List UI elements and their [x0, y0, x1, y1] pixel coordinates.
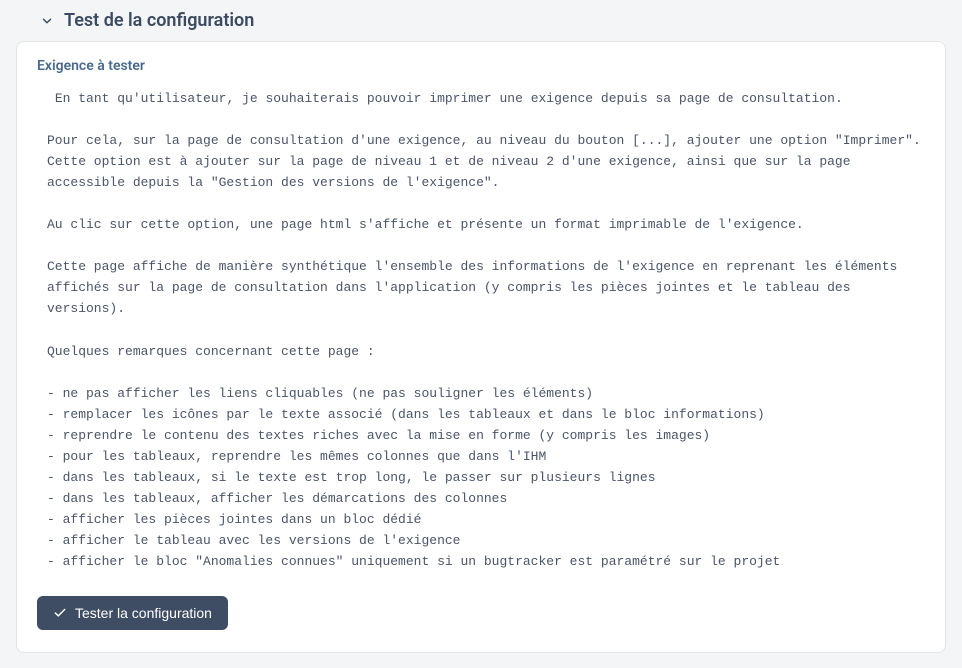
- section-header[interactable]: Test de la configuration: [0, 0, 962, 41]
- chevron-down-icon: [40, 14, 54, 28]
- test-config-panel: Exigence à tester En tant qu'utilisateur…: [16, 41, 946, 653]
- section-title: Test de la configuration: [64, 10, 254, 31]
- test-configuration-label: Tester la configuration: [75, 605, 212, 621]
- requirement-text: En tant qu'utilisateur, je souhaiterais …: [47, 88, 921, 572]
- test-configuration-button[interactable]: Tester la configuration: [37, 596, 228, 630]
- check-icon: [53, 606, 67, 620]
- panel-subtitle: Exigence à tester: [37, 58, 925, 74]
